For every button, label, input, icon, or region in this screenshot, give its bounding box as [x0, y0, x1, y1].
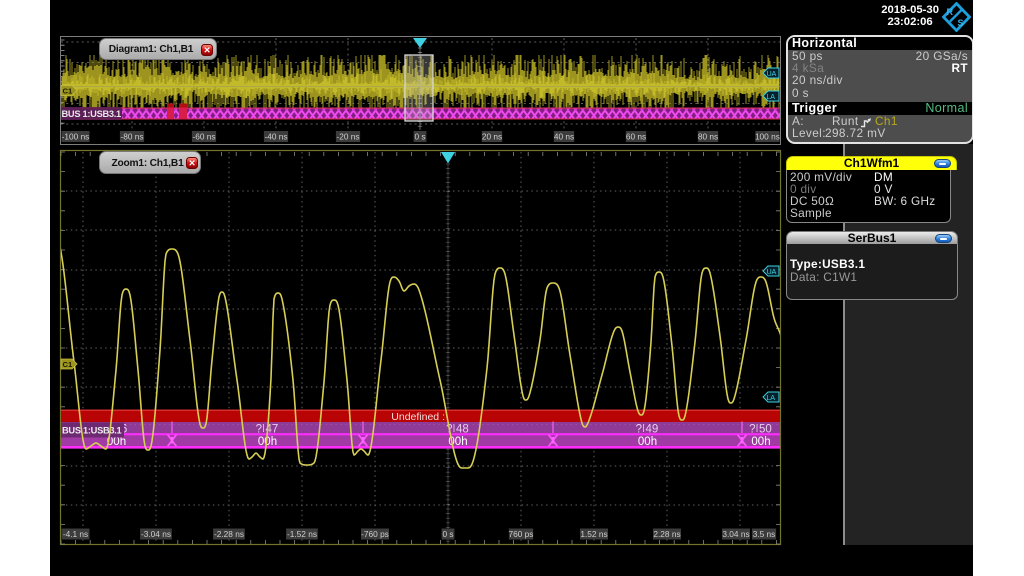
svg-text:LA: LA [767, 92, 776, 101]
svg-text:00h: 00h [638, 436, 657, 448]
svg-text:-4.1 ns: -4.1 ns [63, 529, 88, 539]
svg-text:48: 48 [456, 424, 469, 436]
svg-text:50: 50 [759, 424, 772, 436]
svg-text:R: R [947, 7, 954, 17]
svg-text:00h: 00h [751, 436, 770, 448]
svg-text:-3.04 ns: -3.04 ns [141, 529, 171, 539]
svg-text:S: S [958, 18, 964, 28]
svg-text:-760 ps: -760 ps [361, 529, 389, 539]
svg-text:-80 ns: -80 ns [120, 132, 143, 142]
svg-text:1.52 ns: 1.52 ns [580, 529, 607, 539]
svg-text:C1: C1 [63, 87, 73, 96]
svg-text:100 ns: 100 ns [755, 132, 780, 142]
svg-text:-1.52 ns: -1.52 ns [287, 529, 317, 539]
svg-text:LA: LA [767, 393, 776, 402]
svg-text:-2.28 ns: -2.28 ns [214, 529, 244, 539]
svg-text:0 s: 0 s [414, 132, 425, 142]
svg-text:0 s: 0 s [442, 529, 453, 539]
svg-text:-40 ns: -40 ns [264, 132, 287, 142]
svg-text:UA: UA [767, 267, 777, 276]
svg-text:-100 ns: -100 ns [62, 132, 90, 142]
svg-text:C1: C1 [63, 360, 73, 369]
svg-text:60 ns: 60 ns [626, 132, 646, 142]
svg-text:UA: UA [767, 69, 777, 78]
svg-text:-20 ns: -20 ns [336, 132, 359, 142]
svg-text:?: ? [636, 424, 642, 436]
svg-text:760 ps: 760 ps [509, 529, 534, 539]
svg-text:3.5 ns: 3.5 ns [753, 529, 776, 539]
svg-text:2.28 ns: 2.28 ns [653, 529, 680, 539]
svg-text:BUS 1:USB3.1: BUS 1:USB3.1 [62, 109, 122, 119]
svg-text:3.04 ns: 3.04 ns [722, 529, 749, 539]
svg-text:49: 49 [646, 424, 659, 436]
svg-text:40 ns: 40 ns [554, 132, 574, 142]
svg-text:?: ? [256, 424, 262, 436]
svg-text:BUS 1:USB3.1: BUS 1:USB3.1 [62, 426, 122, 436]
svg-text:?: ? [749, 424, 755, 436]
svg-text:Undefined :: Undefined : [391, 411, 445, 423]
svg-text:-60 ns: -60 ns [192, 132, 215, 142]
svg-text:80 ns: 80 ns [698, 132, 718, 142]
svg-text:20 ns: 20 ns [482, 132, 502, 142]
